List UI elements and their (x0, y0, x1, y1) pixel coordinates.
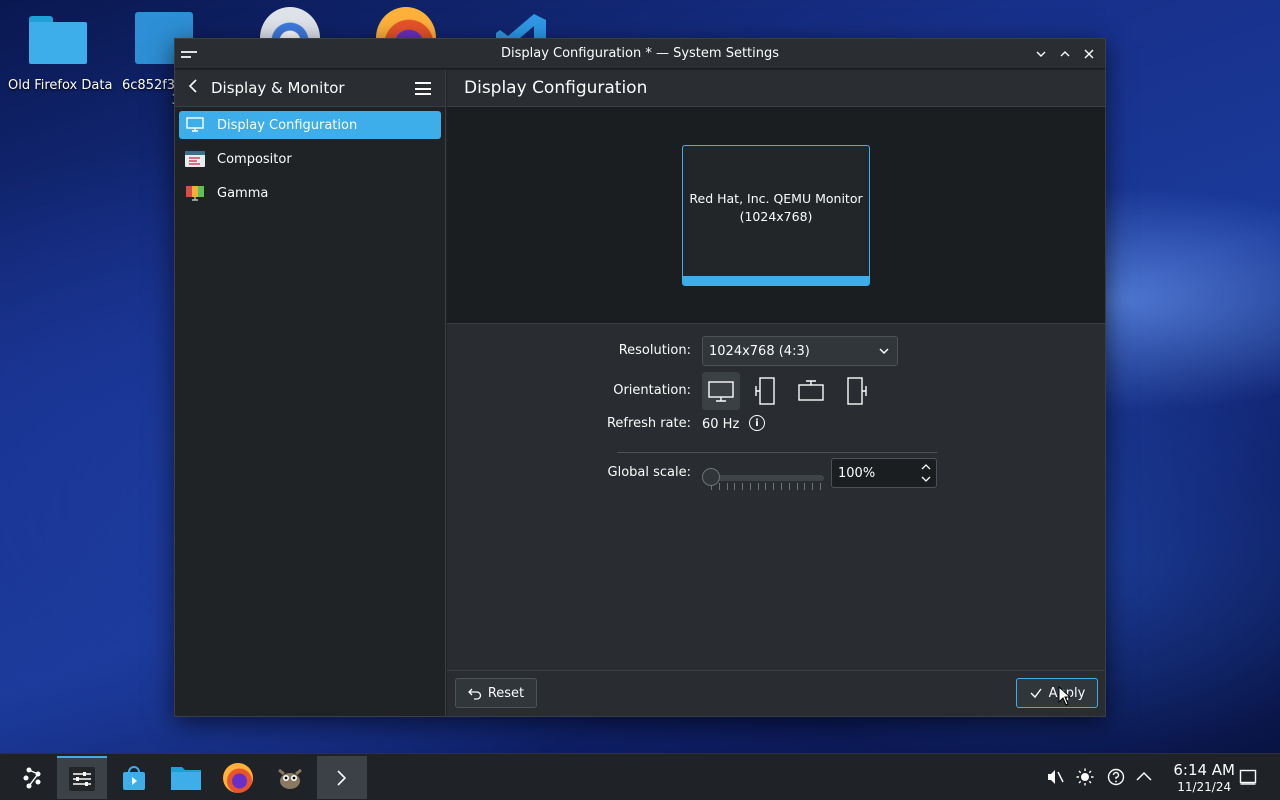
slider-track (708, 475, 824, 481)
sidebar-item-gamma[interactable]: Gamma (179, 179, 441, 207)
orientation-label: Orientation: (613, 383, 691, 398)
taskbar-gimp[interactable] (265, 756, 315, 799)
info-icon[interactable]: i (749, 415, 765, 431)
form-separator (617, 452, 937, 453)
landscape-monitor-icon (708, 381, 734, 402)
desktop-icon-old-firefox-data[interactable]: Old Firefox Data (8, 8, 113, 93)
orientation-portrait-right-button[interactable] (837, 372, 875, 410)
mouse-cursor-icon (1058, 686, 1072, 706)
monitor-primary-bar (683, 276, 869, 285)
show-hidden-icons-chevron-up-icon[interactable] (1135, 768, 1153, 786)
slider-ticks (711, 483, 821, 491)
global-scale-label: Global scale: (607, 465, 691, 480)
refresh-rate-value: 60 Hz (702, 417, 740, 432)
apply-button[interactable]: Apply (1016, 678, 1098, 708)
orientation-flipped-button[interactable] (792, 372, 830, 410)
gamma-icon (185, 185, 205, 201)
taskbar-firefox[interactable] (213, 756, 263, 799)
close-button[interactable] (1079, 44, 1099, 64)
folder-icon (171, 766, 201, 790)
global-scale-value: 100% (838, 465, 876, 481)
close-icon (1084, 49, 1094, 59)
global-scale-slider[interactable] (702, 468, 824, 491)
sidebar-item-label: Gamma (217, 185, 269, 201)
monitor-resolution: (1024x768) (739, 208, 813, 224)
system-settings-window: Display Configuration * — System Setting… (174, 38, 1106, 717)
terminal-chevron-icon (337, 769, 347, 786)
resolution-label: Resolution: (618, 343, 691, 358)
application-launcher-button[interactable] (8, 756, 58, 799)
minimize-button[interactable] (1031, 44, 1051, 64)
chevron-left-icon (188, 79, 197, 93)
orientation-portrait-left-button[interactable] (747, 372, 785, 410)
window-titlebar[interactable]: Display Configuration * — System Setting… (175, 39, 1105, 69)
slider-handle[interactable] (702, 468, 720, 486)
global-scale-spinbox[interactable]: 100% (831, 458, 937, 488)
checkmark-icon (1030, 688, 1042, 699)
reset-label: Reset (487, 685, 525, 701)
monitor-name: Red Hat, Inc. QEMU Monitor (689, 190, 863, 206)
display-settings-form: Resolution: 1024x768 (4:3) Orientation: … (447, 324, 1105, 668)
chevron-up-icon (1060, 51, 1070, 57)
chevron-down-icon (879, 348, 889, 355)
resolution-value: 1024x768 (4:3) (709, 343, 810, 359)
system-tray: 6:14 AM 11/21/24 (1040, 754, 1280, 800)
volume-muted-icon[interactable] (1046, 768, 1064, 786)
sidebar-item-compositor[interactable]: Compositor (179, 145, 441, 173)
clock-date: 11/21/24 (1177, 780, 1232, 794)
reset-button[interactable]: Reset (455, 678, 537, 708)
compositor-icon (185, 151, 205, 167)
sidebar-item-display-configuration[interactable]: Display Configuration (179, 111, 441, 139)
footer-bar: Reset Apply (447, 670, 1105, 716)
spin-down-icon[interactable] (920, 475, 932, 484)
sidebar-item-label: Compositor (217, 151, 292, 167)
system-settings-icon (69, 766, 95, 791)
gimp-icon (278, 768, 302, 789)
clock-time: 6:14 AM (1173, 761, 1235, 779)
sidebar-header: Display & Monitor (175, 70, 445, 107)
monitor-icon (185, 117, 205, 133)
chevron-down-icon (1036, 51, 1046, 57)
main-panel: Display Configuration Red Hat, Inc. QEMU… (447, 70, 1105, 716)
digital-clock[interactable]: 6:14 AM 11/21/24 (1173, 761, 1235, 794)
desktop-icon-label: Old Firefox Data (8, 78, 113, 93)
window-title: Display Configuration * — System Setting… (500, 46, 780, 61)
taskbar: 6:14 AM 11/21/24 (0, 753, 1280, 800)
taskbar-terminal[interactable] (317, 756, 367, 799)
portrait-right-monitor-icon (847, 377, 867, 405)
kde-launcher-icon (23, 767, 41, 788)
page-title: Display Configuration (447, 70, 1105, 107)
taskbar-discover[interactable] (109, 756, 159, 799)
orientation-landscape-button[interactable] (702, 372, 740, 410)
maximize-button[interactable] (1055, 44, 1075, 64)
monitor-layout-area: Red Hat, Inc. QEMU Monitor (1024x768) (447, 107, 1105, 324)
back-button[interactable] (187, 78, 203, 98)
folder-icon (28, 8, 88, 68)
sidebar-item-label: Display Configuration (217, 117, 358, 133)
taskbar-system-settings[interactable] (57, 756, 107, 799)
undo-icon (467, 688, 481, 700)
resolution-combobox[interactable]: 1024x768 (4:3) (702, 336, 898, 366)
refresh-rate-label: Refresh rate: (606, 416, 691, 431)
sidebar-title: Display & Monitor (211, 79, 345, 97)
spin-up-icon[interactable] (920, 462, 932, 471)
discover-store-icon (123, 765, 145, 790)
firefox-icon (223, 762, 253, 793)
taskbar-file-manager[interactable] (161, 756, 211, 799)
hamburger-menu-icon[interactable] (415, 82, 431, 95)
flipped-monitor-icon (798, 380, 824, 401)
show-desktop-icon[interactable] (1239, 768, 1257, 786)
monitor-card[interactable]: Red Hat, Inc. QEMU Monitor (1024x768) (682, 145, 870, 286)
brightness-icon[interactable] (1076, 768, 1094, 786)
sidebar: Display & Monitor Display Configuration … (175, 70, 446, 716)
network-icon[interactable] (1107, 768, 1125, 786)
portrait-left-monitor-icon (755, 377, 775, 405)
